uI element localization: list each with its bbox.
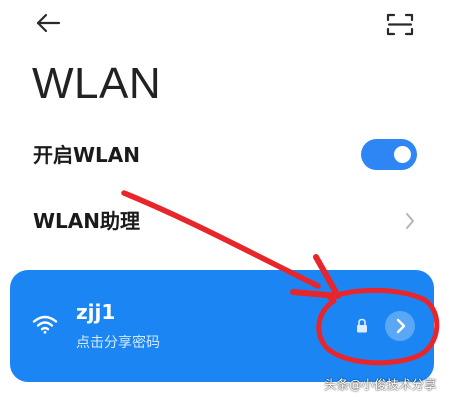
network-detail-button[interactable] [385,311,415,341]
scan-icon [386,13,414,36]
enable-wlan-toggle[interactable] [361,139,417,170]
back-button[interactable] [30,10,70,40]
wlan-assistant-label: WLAN助理 [33,209,141,233]
lock-icon [357,318,367,333]
enable-wlan-row[interactable]: 开启WLAN [0,126,450,184]
share-password-hint: 点击分享密码 [76,335,160,351]
wlan-assistant-row[interactable]: WLAN助理 [0,192,450,250]
page-title: WLAN [32,59,162,108]
enable-wlan-label: 开启WLAN [33,143,141,167]
chevron-right-icon [396,318,406,334]
toggle-knob [394,146,411,163]
arrow-left-icon [36,13,61,33]
chevron-right-icon [406,213,414,229]
watermark: 头条@小俊技术分享 [324,377,437,392]
network-ssid: zjj1 [76,300,116,324]
scan-button[interactable] [382,10,418,40]
network-card[interactable]: zjj1 点击分享密码 [10,270,434,382]
wifi-icon [32,315,58,334]
